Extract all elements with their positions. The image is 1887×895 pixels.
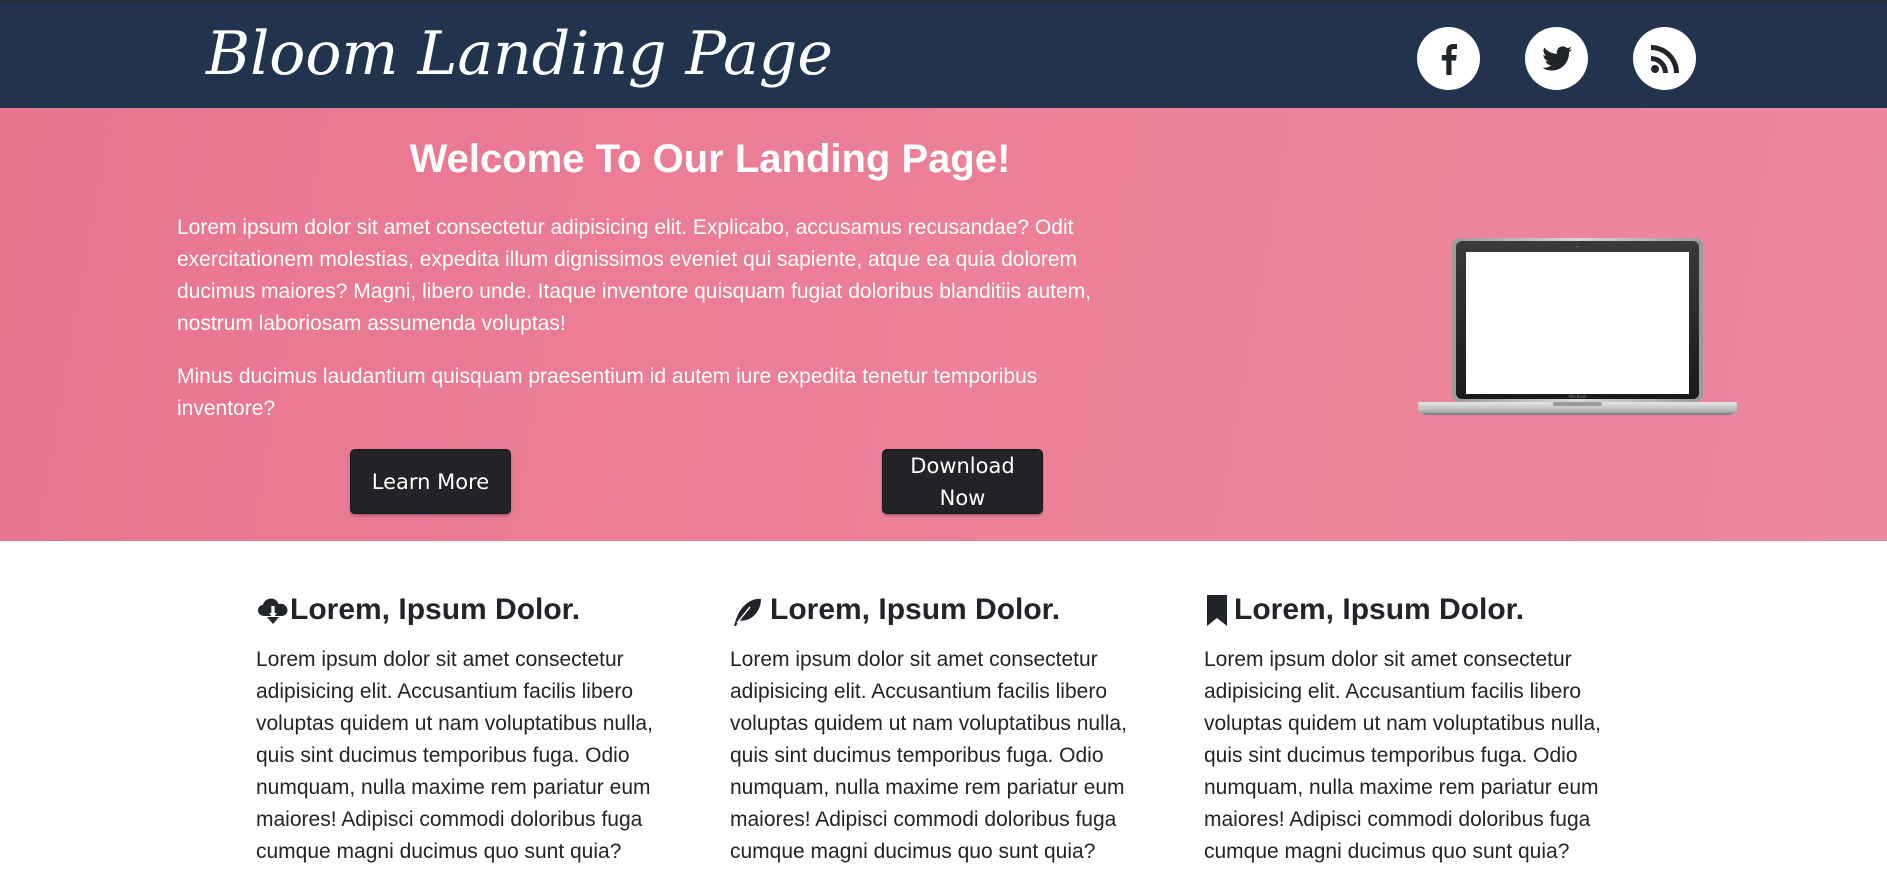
brand-logo[interactable]: Bloom Landing Page <box>206 6 833 102</box>
feature-1: Lorem, Ipsum Dolor. Lorem ipsum dolor si… <box>256 590 676 868</box>
feature-title: Lorem, Ipsum Dolor. <box>1234 593 1525 626</box>
rss-icon <box>1650 44 1679 73</box>
twitter-icon <box>1541 45 1572 70</box>
site-header: Bloom Landing Page <box>0 0 1887 108</box>
svg-text:MacBook: MacBook <box>1568 394 1587 399</box>
hero-title: Welcome To Our Landing Page! <box>409 137 1011 181</box>
feature-title: Lorem, Ipsum Dolor. <box>770 593 1061 626</box>
feather-icon <box>730 593 764 627</box>
facebook-icon <box>1441 43 1457 75</box>
cloud-download-icon <box>256 593 290 627</box>
facebook-link[interactable] <box>1417 27 1480 90</box>
laptop-image: MacBook <box>1418 238 1737 415</box>
learn-more-button[interactable]: Learn More <box>350 449 511 514</box>
hero-paragraph-1: Lorem ipsum dolor sit amet consectetur a… <box>177 216 1092 335</box>
feature-text: Lorem ipsum dolor sit amet consectetur a… <box>256 648 653 863</box>
feature-text: Lorem ipsum dolor sit amet consectetur a… <box>1204 648 1601 863</box>
bookmark-icon <box>1204 593 1230 627</box>
feature-2: Lorem, Ipsum Dolor. Lorem ipsum dolor si… <box>730 590 1150 868</box>
hero-paragraph-2: Minus ducimus laudantium quisquam praese… <box>177 365 1038 420</box>
feature-text: Lorem ipsum dolor sit amet consectetur a… <box>730 648 1127 863</box>
twitter-link[interactable] <box>1525 27 1588 90</box>
feature-heading: Lorem, Ipsum Dolor. <box>1204 590 1624 630</box>
download-now-button[interactable]: Download Now <box>882 449 1043 514</box>
feature-heading: Lorem, Ipsum Dolor. <box>730 590 1150 630</box>
hero-section: Welcome To Our Landing Page! Lorem ipsum… <box>0 108 1887 541</box>
feature-title: Lorem, Ipsum Dolor. <box>290 593 581 626</box>
rss-link[interactable] <box>1633 27 1696 90</box>
feature-heading: Lorem, Ipsum Dolor. <box>256 590 676 630</box>
feature-3: Lorem, Ipsum Dolor. Lorem ipsum dolor si… <box>1204 590 1624 868</box>
